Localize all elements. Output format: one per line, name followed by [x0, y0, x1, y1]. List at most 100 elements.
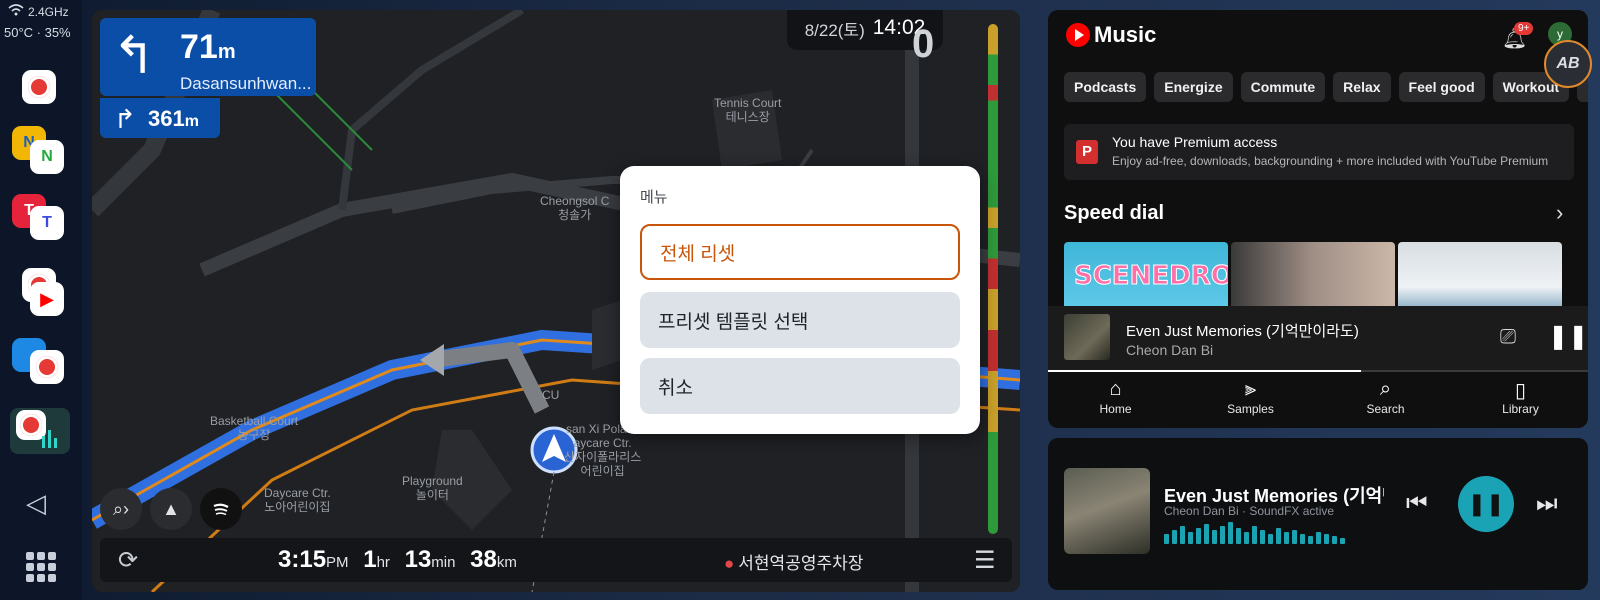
cast-icon[interactable]: ⎚ — [1500, 326, 1516, 349]
spotify-button[interactable] — [200, 488, 242, 530]
audio-visualizer — [1164, 522, 1345, 544]
speed-dial-item[interactable]: SCENEDROME — [1064, 242, 1277, 306]
search-route-button[interactable]: ⌕› — [100, 488, 142, 530]
visualizer-bar — [1164, 534, 1169, 544]
tab-samples[interactable]: ⫸ Samples — [1196, 372, 1306, 428]
visualizer-bar — [1292, 530, 1297, 544]
turn-right-icon: ↱ — [114, 104, 136, 134]
speed-readout: 0 — [912, 22, 935, 66]
menu-dialog: 메뉴 전체 리셋 프리셋 템플릿 선택 취소 — [620, 166, 980, 434]
visualizer-bar — [1180, 526, 1185, 544]
visualizer-bar — [1268, 534, 1273, 544]
chevron-right-icon[interactable]: › — [1556, 200, 1563, 226]
poi-cheongsol: Cheongsol C 청솔가 — [540, 194, 610, 222]
visualizer-bar — [1172, 530, 1177, 544]
previous-track-icon[interactable]: ⏮︎ — [1406, 490, 1428, 518]
svg-text:SCENEDROME: SCENEDROME — [1074, 261, 1228, 291]
speed-dial-item[interactable] — [1231, 242, 1395, 306]
spotify-icon — [209, 497, 233, 521]
search-icon: ⌕ — [1379, 378, 1392, 400]
visualizer-bar — [1196, 528, 1201, 544]
samples-icon: ⫸ — [1244, 378, 1257, 400]
preset-template-button[interactable]: 프리셋 템플릿 선택 — [640, 292, 960, 348]
premium-banner[interactable]: P You have Premium access Enjoy ad-free,… — [1064, 124, 1574, 180]
speed-dial-item[interactable] — [1398, 242, 1562, 306]
search-icon: ⌕› — [112, 498, 130, 519]
tab-library[interactable]: ▯ Library — [1466, 372, 1576, 428]
notification-badge: 9+ — [1514, 22, 1534, 35]
equalizer-icon — [42, 430, 57, 448]
speed-dial-heading: Speed dial — [1064, 202, 1165, 224]
home-icon: ⌂ — [1109, 378, 1122, 400]
app-youtube-music-2[interactable] — [12, 336, 70, 386]
wifi-band: 2.4GHz — [28, 4, 69, 19]
wifi-status: 2.4GHz — [4, 4, 82, 19]
visualizer-bar — [1220, 526, 1225, 544]
visualizer-bar — [1188, 532, 1193, 544]
visualizer-bar — [1308, 536, 1313, 544]
app-youtube[interactable]: ▶ — [12, 266, 70, 316]
youtube-music-2-icon — [30, 350, 64, 384]
app-equalizer[interactable] — [10, 408, 70, 454]
visualizer-bar — [1300, 534, 1305, 544]
mood-chips: Podcasts Energize Commute Relax Feel goo… — [1064, 72, 1588, 102]
ytmusic-logo-icon — [1066, 23, 1090, 47]
play-pause-button[interactable]: ❚❚ — [1458, 476, 1514, 532]
back-icon[interactable]: ◁ — [26, 488, 46, 519]
app-tmap[interactable]: T T — [12, 192, 70, 242]
visualizer-bar — [1260, 530, 1265, 544]
report-button[interactable]: ▲ — [150, 488, 192, 530]
chip-podcasts[interactable]: Podcasts — [1064, 72, 1147, 102]
visualizer-bar — [1340, 538, 1345, 544]
chip-commute[interactable]: Commute — [1240, 72, 1326, 102]
ytmusic-logo: Music — [1066, 22, 1156, 48]
tab-search[interactable]: ⌕ Search — [1331, 372, 1441, 428]
route-summary-bar: ⟳ 3:15PM 1hr 13min 38km ● 서현역공영주차장 ☰ — [100, 538, 1012, 582]
pause-icon[interactable]: ❚❚ — [1548, 322, 1588, 351]
youtube-music-icon — [22, 70, 56, 104]
album-art-scenedrome: SCENEDROME — [1074, 261, 1277, 292]
turn-left-icon: ↰ — [112, 27, 156, 85]
overlay-app-badge[interactable]: AB — [1544, 40, 1592, 88]
destination[interactable]: ● 서현역공영주차장 — [724, 549, 863, 574]
poi-daycare: Daycare Ctr. 노아어린이집 — [264, 486, 331, 514]
poi-basketball-court: Basketball Court 농구장 — [210, 414, 299, 442]
next-turn-card: ↱ 361m — [100, 98, 220, 138]
app-maps[interactable]: N N — [12, 124, 70, 174]
visualizer-bar — [1252, 526, 1257, 544]
youtube-icon: ▶ — [30, 282, 64, 316]
poi-cu: CU — [542, 388, 560, 402]
now-playing-widget: Even Just Memories (기억만 Cheon Dan Bi · S… — [1048, 438, 1588, 590]
tab-home[interactable]: ⌂ Home — [1061, 372, 1171, 428]
app-youtube-music[interactable] — [12, 66, 70, 116]
premium-description: Enjoy ad-free, downloads, backgrounding … — [1112, 154, 1549, 168]
visualizer-bar — [1324, 534, 1329, 544]
next-track-icon[interactable]: ⏭︎ — [1536, 490, 1558, 518]
chip-energize[interactable]: Energize — [1154, 72, 1233, 102]
menu-icon[interactable]: ☰ — [974, 546, 996, 575]
now-playing-album-art — [1064, 468, 1150, 554]
tmap-icon: T — [30, 206, 64, 240]
cancel-button[interactable]: 취소 — [640, 358, 960, 414]
mini-player[interactable]: Even Just Memories (기억만이라도) Cheon Dan Bi… — [1048, 306, 1588, 370]
eta-info: 3:15PM 1hr 13min 38km — [278, 546, 517, 573]
traffic-progress-bar — [988, 24, 998, 534]
temperature-humidity: 50°C · 35% — [4, 25, 71, 40]
chip-feel-good[interactable]: Feel good — [1398, 72, 1485, 102]
library-icon: ▯ — [1514, 380, 1526, 402]
visualizer-bar — [1204, 524, 1209, 544]
date-label: 8/22(토) — [804, 20, 865, 40]
now-playing-subtitle: Cheon Dan Bi · SoundFX active — [1164, 504, 1335, 518]
mini-track-title: Even Just Memories (기억만이라도) — [1126, 323, 1359, 340]
reset-all-button[interactable]: 전체 리셋 — [640, 224, 960, 280]
turn-distance: 71m — [180, 28, 236, 66]
app-drawer-icon[interactable] — [26, 552, 56, 582]
reroute-icon[interactable]: ⟳ — [118, 546, 138, 575]
chip-relax[interactable]: Relax — [1333, 72, 1391, 102]
youtube-music-panel: Music 🔔︎ 9+ y Podcasts Energize Commute … — [1048, 10, 1588, 428]
wifi-icon — [8, 4, 24, 19]
next-turn-distance: 361m — [148, 106, 199, 131]
mini-album-art — [1064, 314, 1110, 360]
mini-track-artist: Cheon Dan Bi — [1126, 342, 1214, 358]
turn-road-name: Dasansunhwan... — [180, 74, 312, 93]
